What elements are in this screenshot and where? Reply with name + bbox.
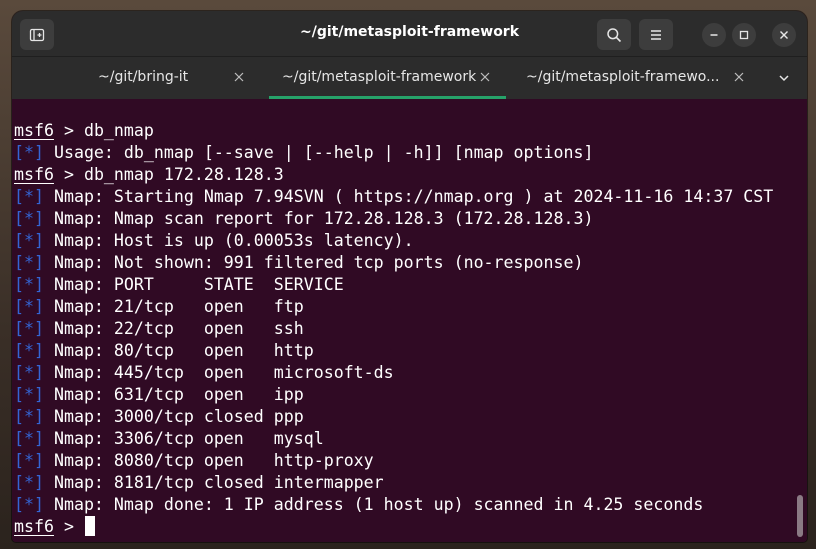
info-tag: [*] [14, 319, 44, 338]
minimize-icon [710, 34, 718, 36]
output-text: Nmap: Not shown: 991 filtered tcp ports … [43, 253, 584, 272]
terminal-line: [*] Nmap: 22/tcp open ssh [14, 318, 807, 340]
search-icon [607, 27, 622, 42]
terminal-line: [*] Nmap: 8080/tcp open http-proxy [14, 450, 807, 472]
output-text: Nmap: 3000/tcp closed ppp [43, 407, 304, 426]
info-tag: [*] [14, 253, 44, 272]
tab-metasploit-framework-2[interactable]: ~/git/metasploit-framewo... [506, 57, 768, 99]
output-text: Nmap: 8181/tcp closed intermapper [43, 473, 384, 492]
info-tag: [*] [14, 429, 44, 448]
terminal-line: [*] Nmap: 3000/tcp closed ppp [14, 406, 807, 428]
tab-overflow-button[interactable] [769, 64, 799, 92]
new-tab-icon [29, 28, 45, 41]
maximize-icon [739, 30, 749, 40]
prompt: msf6 [14, 165, 54, 184]
tab-close-button[interactable] [231, 69, 247, 85]
output-text: Nmap: 3306/tcp open mysql [43, 429, 324, 448]
info-tag: [*] [14, 385, 44, 404]
info-tag: [*] [14, 407, 44, 426]
close-icon [234, 72, 244, 82]
info-tag: [*] [14, 231, 44, 250]
maximize-button[interactable] [732, 23, 756, 47]
terminal-line: [*] Nmap: Nmap scan report for 172.28.12… [14, 208, 807, 230]
terminal-line: [*] Nmap: 3306/tcp open mysql [14, 428, 807, 450]
prompt: msf6 [14, 517, 54, 536]
terminal-output[interactable]: msf6 > db_nmap [*] Usage: db_nmap [--sav… [12, 99, 807, 542]
prompt-suffix: > [53, 121, 84, 140]
tab-label: ~/git/bring-it [98, 69, 189, 85]
terminal-line: msf6 > db_nmap [14, 120, 807, 142]
output-text: Nmap: 631/tcp open ipp [43, 385, 304, 404]
prompt-suffix: > [53, 517, 84, 536]
window-title: ~/git/metasploit-framework [299, 24, 520, 40]
tab-metasploit-framework[interactable]: ~/git/metasploit-framework [268, 57, 506, 99]
info-tag: [*] [14, 363, 44, 382]
tab-label: ~/git/metasploit-framework [282, 69, 477, 85]
info-tag: [*] [14, 341, 44, 360]
terminal-line: [*] Nmap: 631/tcp open ipp [14, 384, 807, 406]
output-text: Nmap: PORT STATE SERVICE [43, 275, 344, 294]
close-icon [480, 72, 490, 82]
output-text: Nmap: 21/tcp open ftp [43, 297, 304, 316]
command: db_nmap [83, 121, 154, 140]
terminal-line: [*] Nmap: Nmap done: 1 IP address (1 hos… [14, 494, 807, 516]
output-text: Nmap: Nmap scan report for 172.28.128.3 … [43, 209, 594, 228]
output-text: Nmap: 445/tcp open microsoft-ds [43, 363, 394, 382]
close-icon [734, 72, 744, 82]
menu-button[interactable] [639, 19, 673, 50]
window-title-wrap: ~/git/metasploit-framework [12, 24, 807, 40]
terminal-line: [*] Nmap: PORT STATE SERVICE [14, 274, 807, 296]
command: db_nmap 172.28.128.3 [83, 165, 284, 184]
terminal-line: [*] Nmap: Starting Nmap 7.94SVN ( https:… [14, 186, 807, 208]
minimize-button[interactable] [702, 23, 726, 47]
close-button[interactable] [772, 23, 796, 47]
output-text: Nmap: Nmap done: 1 IP address (1 host up… [43, 495, 704, 514]
output-text: Nmap: Host is up (0.00053s latency). [43, 231, 414, 250]
terminal-line: [*] Nmap: 80/tcp open http [14, 340, 807, 362]
text-cursor [84, 516, 95, 536]
terminal-line: msf6 > [14, 516, 807, 538]
terminal-line: [*] Usage: db_nmap [--save | [--help | -… [14, 142, 807, 164]
terminal-line: msf6 > db_nmap 172.28.128.3 [14, 164, 807, 186]
terminal-line: [*] Nmap: Host is up (0.00053s latency). [14, 230, 807, 252]
search-button[interactable] [597, 19, 631, 50]
info-tag: [*] [14, 143, 44, 162]
info-tag: [*] [14, 473, 44, 492]
usage-text: Usage: db_nmap [--save | [--help | -h]] … [43, 143, 594, 162]
chevron-down-icon [779, 75, 789, 82]
output-text: Nmap: 80/tcp open http [43, 341, 314, 360]
terminal-line: [*] Nmap: 8181/tcp closed intermapper [14, 472, 807, 494]
scrollbar-thumb[interactable] [797, 495, 803, 537]
hamburger-menu-icon [651, 29, 661, 40]
tab-bar: ~/git/bring-it ~/git/metasploit-framewor… [12, 57, 807, 99]
terminal-line: [*] Nmap: Not shown: 991 filtered tcp po… [14, 252, 807, 274]
tab-close-button[interactable] [731, 69, 747, 85]
prompt: msf6 [14, 121, 54, 140]
info-tag: [*] [14, 275, 44, 294]
output-text: Nmap: 22/tcp open ssh [43, 319, 304, 338]
output-text: Nmap: Starting Nmap 7.94SVN ( https://nm… [43, 187, 774, 206]
output-text: Nmap: 8080/tcp open http-proxy [43, 451, 374, 470]
tab-close-button[interactable] [477, 69, 493, 85]
info-tag: [*] [14, 209, 44, 228]
info-tag: [*] [14, 297, 44, 316]
info-tag: [*] [14, 187, 44, 206]
info-tag: [*] [14, 495, 44, 514]
terminal-window: ~/git/metasploit-framework ~/git/bring-i… [12, 11, 807, 542]
terminal-line: [*] Nmap: 445/tcp open microsoft-ds [14, 362, 807, 384]
terminal-line: [*] Nmap: 21/tcp open ftp [14, 296, 807, 318]
tab-bring-it[interactable]: ~/git/bring-it [12, 57, 268, 99]
header-bar: ~/git/metasploit-framework [12, 11, 807, 57]
prompt-suffix: > [53, 165, 84, 184]
close-icon [780, 31, 788, 39]
new-tab-button[interactable] [20, 19, 54, 50]
tab-label: ~/git/metasploit-framewo... [526, 69, 720, 85]
info-tag: [*] [14, 451, 44, 470]
